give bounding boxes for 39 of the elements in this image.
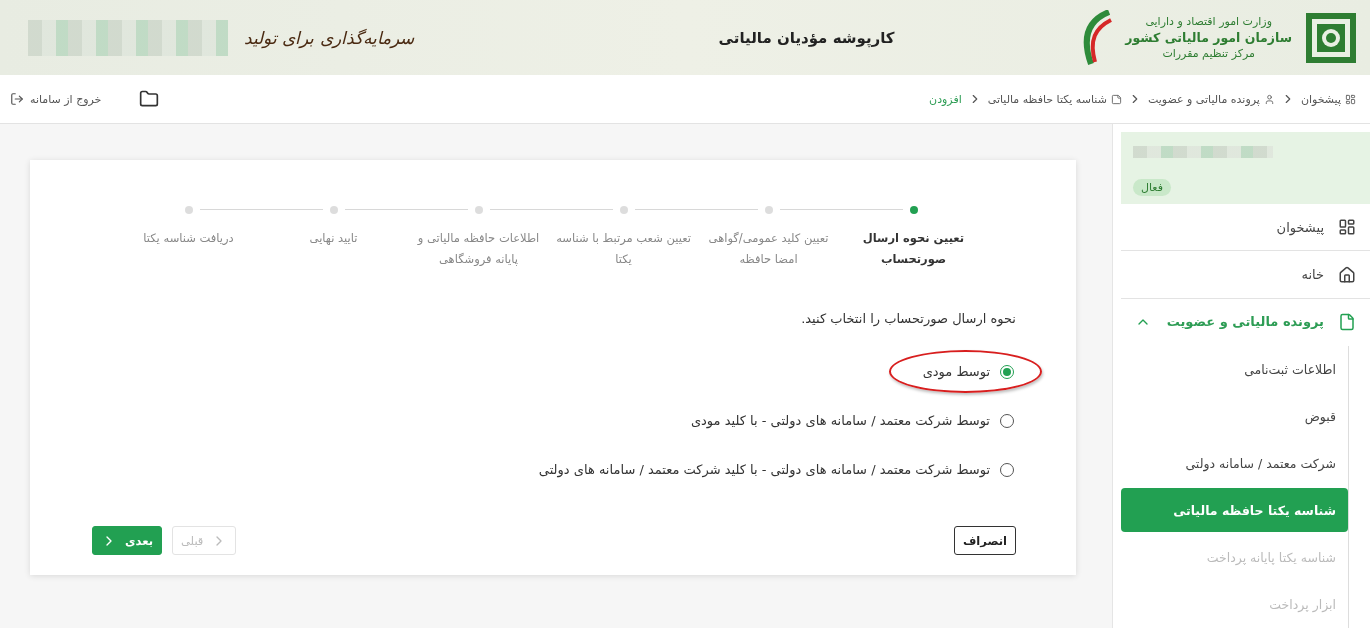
step-label: دریافت شناسه یکتا <box>142 230 235 247</box>
status-badge: فعال <box>1133 179 1171 197</box>
option-label: توسط مودی <box>922 364 990 380</box>
user-icon <box>1263 93 1275 105</box>
home-icon <box>1338 265 1356 284</box>
nav-label: خانه <box>1301 267 1324 282</box>
nav-subitem[interactable]: قبوض <box>1121 394 1348 438</box>
nav-label: پرونده مالیاتی و عضویت <box>1166 314 1324 330</box>
emblem-logo <box>1304 10 1358 65</box>
organization-name: سازمان امور مالیاتی کشور <box>1125 30 1292 45</box>
ministry-name: وزارت امور اقتصاد و دارایی <box>1145 15 1272 28</box>
prompt-text: نحوه ارسال صورتحساب را انتخاب کنید. <box>800 311 1016 327</box>
nav-subitem[interactable]: شرکت معتمد / سامانه دولتی <box>1121 441 1348 485</box>
step-label: تعیین شعب مرتبط با شناسه یکتا <box>555 230 692 268</box>
breadcrumb-link[interactable]: شناسه یکتا حافظه مالیاتی <box>987 92 1122 106</box>
breadcrumb-link[interactable]: پرونده مالیاتی و عضویت <box>1147 92 1275 106</box>
step-label: اطلاعات حافظه مالیاتی و پایانه فروشگاهی <box>416 230 541 268</box>
breadcrumb-link[interactable]: پیشخوان <box>1300 92 1356 106</box>
step-label: تعیین نحوه ارسال صورتحساب <box>861 230 966 269</box>
dashboard-icon <box>1345 93 1356 105</box>
breadcrumb-link[interactable]: افزودن <box>929 92 962 106</box>
nav-label: پیشخوان <box>1276 219 1324 235</box>
option-label: توسط شرکت معتمد / سامانه های دولتی - با کلید شرکت معتمد / سامانه های دولتی <box>538 462 990 478</box>
note-icon <box>1110 93 1122 105</box>
nav-item[interactable]: پیشخوان <box>1121 204 1370 252</box>
step-label: تایید نهایی <box>308 230 359 247</box>
cancel-button[interactable]: انصراف <box>953 526 1016 555</box>
logout-link[interactable]: خروج از سامانه <box>10 92 102 106</box>
nav-subitem[interactable]: اطلاعات ثبت‌نامی <box>1121 347 1348 391</box>
logout-icon <box>10 92 24 106</box>
nav-item[interactable]: خانه <box>1121 251 1370 299</box>
option-label: توسط شرکت معتمد / سامانه های دولتی - با کلید مودی <box>690 413 990 429</box>
center-name: مرکز تنظیم مقررات <box>1162 47 1255 60</box>
step-label: تعیین کلید عمومی/گواهی امضا حافظه <box>707 230 830 268</box>
dashboard-icon <box>1338 218 1356 237</box>
folder-icon[interactable] <box>139 89 160 109</box>
document-icon <box>1338 312 1356 331</box>
slogan: سرمایه‌گذاری برای تولید <box>244 27 414 48</box>
app-title: کارپوشه مؤدیان مالیاتی <box>717 28 895 47</box>
